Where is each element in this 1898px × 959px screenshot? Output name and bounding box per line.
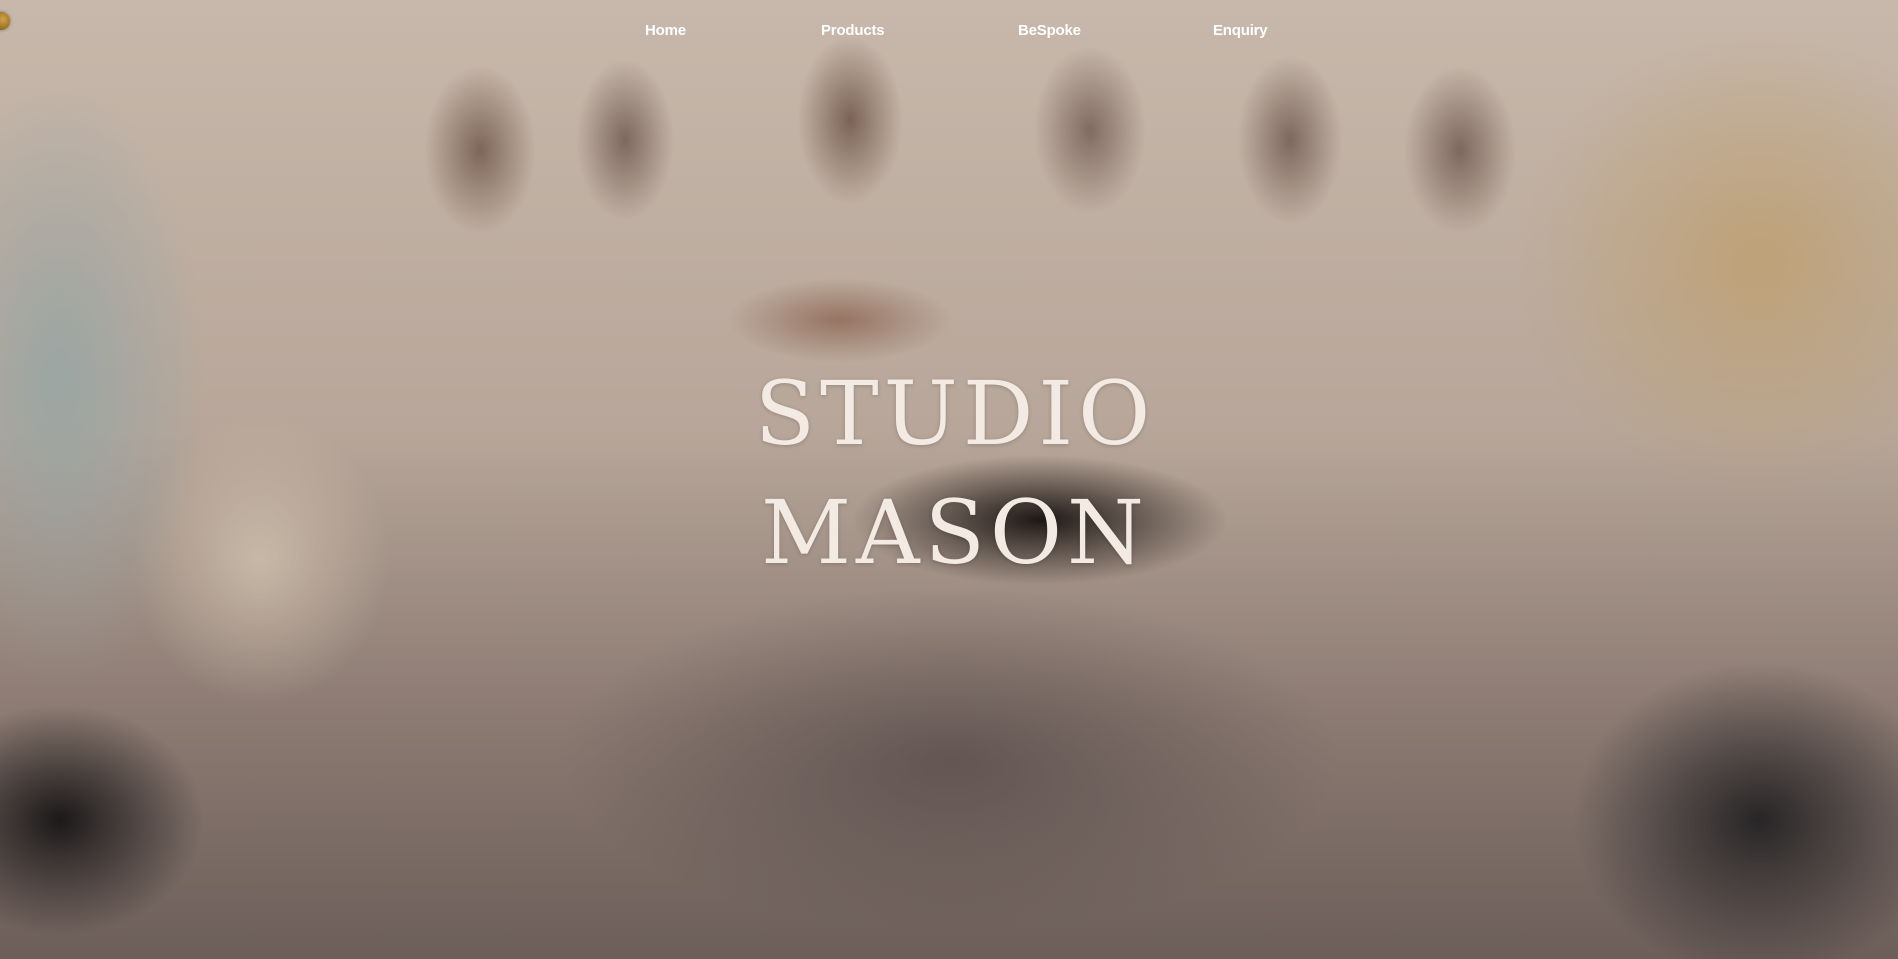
brand-title-line-2: MASON — [760, 481, 1150, 584]
hero-background-image — [0, 0, 1898, 959]
nav-enquiry-link[interactable]: Enquiry — [1213, 22, 1268, 39]
nav-products-link[interactable]: Products — [821, 22, 885, 39]
nav-home-link[interactable]: Home — [645, 22, 686, 39]
hero-section: Home Products BeSpoke Enquiry STUDIO MAS… — [0, 0, 1898, 959]
top-navigation: Home Products BeSpoke Enquiry — [0, 0, 1898, 66]
brand-title-line-1: STUDIO — [754, 362, 1156, 465]
nav-bespoke-link[interactable]: BeSpoke — [1018, 22, 1081, 39]
